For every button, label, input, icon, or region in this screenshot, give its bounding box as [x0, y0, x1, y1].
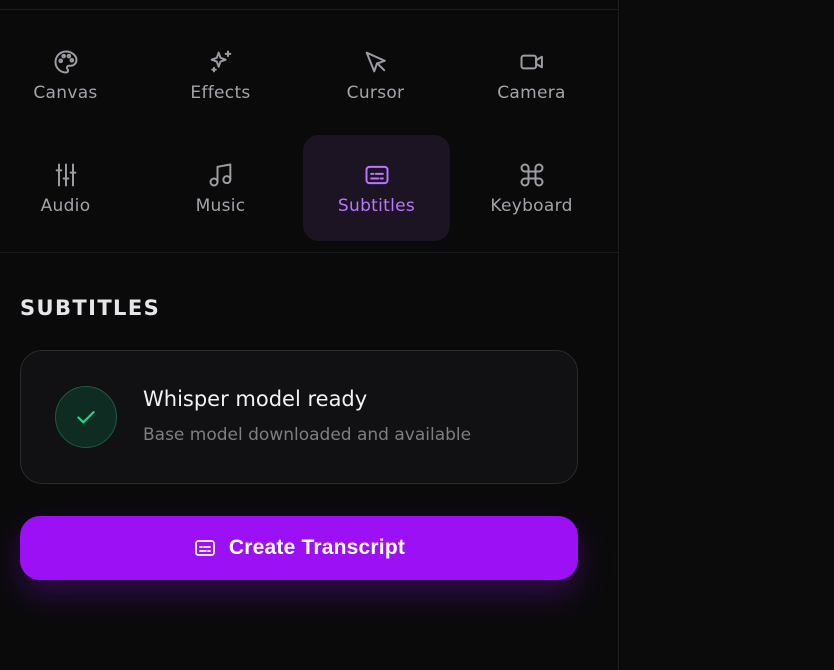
settings-panel: Canvas Effects Cursor Camera Audio Music… — [0, 0, 619, 670]
tab-label: Canvas — [33, 83, 98, 103]
model-status-card: Whisper model ready Base model downloade… — [20, 350, 578, 484]
subtitles-icon — [193, 536, 217, 560]
tab-label: Subtitles — [337, 196, 416, 216]
sparkles-icon — [206, 47, 236, 77]
status-title: Whisper model ready — [143, 387, 368, 411]
check-icon — [77, 411, 95, 424]
status-indicator — [55, 386, 117, 448]
tab-camera[interactable]: Camera — [458, 22, 605, 128]
tab-grid: Canvas Effects Cursor Camera Audio Music… — [0, 22, 618, 252]
tab-label: Cursor — [346, 83, 405, 103]
tab-audio[interactable]: Audio — [0, 135, 139, 241]
create-transcript-button[interactable]: Create Transcript — [20, 516, 578, 580]
tab-music[interactable]: Music — [147, 135, 294, 241]
status-subtitle: Base model downloaded and available — [143, 425, 472, 445]
camera-icon — [517, 47, 547, 77]
section-title: SUBTITLES — [20, 296, 161, 320]
tab-effects[interactable]: Effects — [147, 22, 294, 128]
tab-label: Audio — [40, 196, 91, 216]
tab-cursor[interactable]: Cursor — [302, 22, 449, 128]
tab-label: Keyboard — [490, 196, 573, 216]
tab-canvas[interactable]: Canvas — [0, 22, 139, 128]
palette-icon — [51, 47, 81, 77]
section-divider — [0, 252, 618, 253]
tab-subtitles[interactable]: Subtitles — [303, 135, 450, 241]
tab-label: Music — [195, 196, 246, 216]
create-transcript-label: Create Transcript — [228, 536, 406, 559]
subtitles-icon — [362, 160, 392, 190]
tab-label: Effects — [190, 83, 251, 103]
tab-keyboard[interactable]: Keyboard — [458, 135, 605, 241]
music-icon — [206, 160, 236, 190]
tab-label: Camera — [497, 83, 566, 103]
sliders-icon — [51, 160, 81, 190]
command-icon — [517, 160, 547, 190]
cursor-icon — [361, 47, 391, 77]
preview-area — [619, 0, 834, 670]
